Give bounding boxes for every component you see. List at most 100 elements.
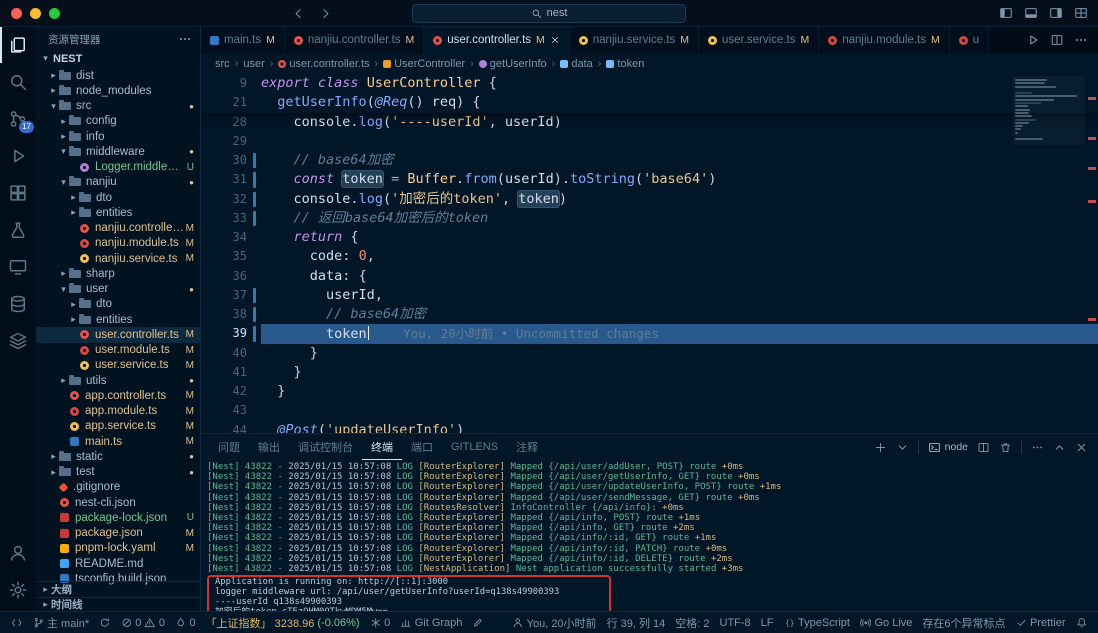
code-editor[interactable]: 9export class UserController {21 getUser… (201, 74, 1098, 434)
panel-tab-终端[interactable]: 终端 (362, 434, 402, 460)
go-live[interactable]: Go Live (855, 612, 917, 633)
line-number[interactable]: 30 (201, 151, 261, 170)
activity-extensions[interactable] (0, 174, 36, 211)
line-number[interactable]: 43 (201, 401, 261, 420)
tree-item-Logger.middleware.ts[interactable]: Logger.middleware.tsU (36, 160, 200, 175)
tree-item-app.module.ts[interactable]: app.module.tsM (36, 404, 200, 419)
breadcrumb-user[interactable]: user (243, 58, 264, 70)
tree-item-nanjiu.service.ts[interactable]: nanjiu.service.tsM (36, 251, 200, 266)
tab-nanjiu.service.ts[interactable]: nanjiu.service.tsM (570, 26, 699, 54)
tree-item-nanjiu.module.ts[interactable]: nanjiu.module.tsM (36, 236, 200, 251)
tab-nanjiu.module.ts[interactable]: nanjiu.module.tsM (819, 26, 950, 54)
line-number[interactable]: 44 (201, 421, 261, 435)
tab-user.controller.ts[interactable]: user.controller.tsM (424, 26, 569, 54)
indentation[interactable]: 空格: 2 (670, 612, 714, 633)
terminal-instance-node[interactable]: node (928, 441, 968, 454)
line-number[interactable]: 41 (201, 363, 261, 382)
tree-item-config[interactable]: ▸config (36, 114, 200, 129)
panel-tab-问题[interactable]: 问题 (209, 434, 249, 460)
zoom-window-button[interactable] (49, 8, 60, 19)
notifications[interactable] (1071, 612, 1093, 633)
run-icon[interactable] (1026, 33, 1040, 47)
activity-settings[interactable] (0, 571, 36, 608)
panel-tab-GITLENS[interactable]: GITLENS (442, 434, 507, 460)
tree-item-app.controller.ts[interactable]: app.controller.tsM (36, 388, 200, 403)
toggle-panel-icon[interactable] (1024, 6, 1038, 20)
tree-item-user[interactable]: ▾user● (36, 282, 200, 297)
window-controls[interactable] (11, 8, 60, 19)
maximize-panel-icon[interactable] (1053, 441, 1066, 454)
forward-arrow-icon[interactable] (319, 7, 332, 20)
star-counter[interactable]: 0 (365, 612, 396, 633)
activity-account[interactable] (0, 534, 36, 571)
split-editor-icon[interactable] (1050, 33, 1064, 47)
tree-item-user.module.ts[interactable]: user.module.tsM (36, 343, 200, 358)
timeline-section[interactable]: ▸ 时间线 (36, 597, 200, 613)
tree-item-middleware[interactable]: ▾middleware● (36, 144, 200, 159)
breadcrumb-data[interactable]: data (560, 58, 592, 70)
tree-item-dist[interactable]: ▸dist (36, 68, 200, 83)
sync-button[interactable] (94, 612, 116, 633)
minimap[interactable] (1013, 76, 1085, 145)
back-arrow-icon[interactable] (292, 7, 305, 20)
tree-item-nanjiu.controller.ts[interactable]: nanjiu.controller.tsM (36, 221, 200, 236)
line-number[interactable]: 39 (201, 324, 261, 343)
problems-item[interactable]: 00 (116, 612, 170, 633)
tree-item-src[interactable]: ▾src● (36, 99, 200, 114)
activity-explorer[interactable] (0, 26, 36, 63)
line-number[interactable]: 31 (201, 170, 261, 189)
flame-counter[interactable]: 0 (170, 612, 201, 633)
abnormal-punctuation[interactable]: 存在6个异常标点 (917, 612, 1010, 633)
line-number[interactable]: 32 (201, 190, 261, 209)
breadcrumb-user.controller.ts[interactable]: user.controller.ts (278, 58, 369, 70)
git-graph[interactable]: Git Graph (395, 612, 467, 633)
tab-main.ts[interactable]: main.tsM (201, 26, 285, 54)
eol[interactable]: LF (756, 612, 779, 633)
outline-section[interactable]: ▸ 大纲 (36, 581, 200, 597)
split-terminal-icon[interactable] (977, 441, 990, 454)
terminal-picker-icon[interactable] (896, 441, 909, 454)
command-center-search[interactable]: nest (412, 4, 686, 23)
tree-item-node_modules[interactable]: ▸node_modules (36, 83, 200, 98)
tree-item-utils[interactable]: ▸utils● (36, 373, 200, 388)
close-panel-icon[interactable] (1075, 441, 1088, 454)
activity-layers[interactable] (0, 322, 36, 359)
activity-testing[interactable] (0, 211, 36, 248)
breadcrumb-UserController[interactable]: UserController (383, 58, 465, 70)
line-number[interactable]: 35 (201, 247, 261, 266)
tree-item-static[interactable]: ▸static● (36, 449, 200, 464)
activity-database[interactable] (0, 285, 36, 322)
tab-user.service.ts[interactable]: user.service.tsM (699, 26, 819, 54)
line-number[interactable]: 36 (201, 267, 261, 286)
breadcrumb-token[interactable]: token (606, 58, 644, 70)
kill-terminal-icon[interactable] (999, 441, 1012, 454)
tab-nanjiu.controller.ts[interactable]: nanjiu.controller.tsM (285, 26, 424, 54)
tree-item-app.service.ts[interactable]: app.service.tsM (36, 419, 200, 434)
line-number[interactable]: 9 (201, 74, 261, 93)
line-number[interactable]: 34 (201, 228, 261, 247)
tree-item-sharp[interactable]: ▸sharp (36, 266, 200, 281)
tree-item-entities[interactable]: ▸entities (36, 205, 200, 220)
line-number[interactable]: 33 (201, 209, 261, 228)
branch-item[interactable]: 主 main* (28, 612, 95, 633)
tree-item-dto[interactable]: ▸dto (36, 297, 200, 312)
close-window-button[interactable] (11, 8, 22, 19)
stock-ticker[interactable]: 「上证指数」 3238.96(-0.06%) (201, 612, 365, 633)
activity-source-control[interactable]: 17 (0, 100, 36, 137)
tree-item-package-lock.json[interactable]: package-lock.jsonU (36, 510, 200, 525)
activity-search[interactable] (0, 63, 36, 100)
activity-run-debug[interactable] (0, 137, 36, 174)
blame-info[interactable]: You, 20小时前 (507, 612, 601, 633)
encoding[interactable]: UTF-8 (715, 612, 756, 633)
remote-indicator[interactable] (6, 612, 28, 633)
tree-item-main.ts[interactable]: main.tsM (36, 434, 200, 449)
line-number[interactable]: 21 (201, 93, 261, 112)
toggle-secondary-sidebar-icon[interactable] (1049, 6, 1063, 20)
tree-item-dto[interactable]: ▸dto (36, 190, 200, 205)
cursor-position[interactable]: 行 39, 列 14 (602, 612, 671, 633)
prettier[interactable]: Prettier (1011, 612, 1071, 633)
more-actions-icon[interactable] (1074, 33, 1088, 47)
activity-remote-explorer[interactable] (0, 248, 36, 285)
more-actions-icon[interactable] (178, 32, 192, 46)
panel-tab-端口[interactable]: 端口 (402, 434, 442, 460)
